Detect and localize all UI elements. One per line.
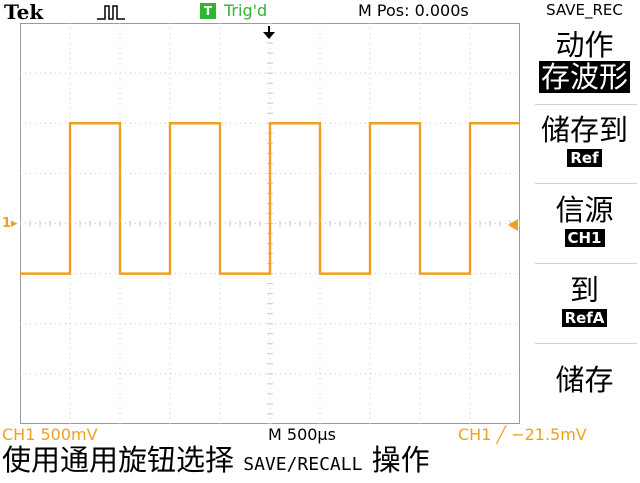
menu-item-save[interactable]: 储存 [529,364,640,396]
menu-item-value: RefA [561,309,608,327]
menu-divider [535,263,637,264]
ch1-waveform [20,122,520,275]
ch1-ground-marker: 1▸ [2,216,18,231]
help-keyword: SAVE/RECALL [243,454,363,475]
menu-item-label: 信源 [555,193,614,227]
help-suffix: 操作 [371,443,430,477]
menu-item-source[interactable]: 信源 CH1 [529,194,640,247]
brand-logo: Tek [4,0,44,24]
menu-item-to[interactable]: 到 RefA [529,274,640,327]
help-message: 使用通用旋钮选择 SAVE/RECALL 操作 [2,442,430,483]
menu-item-value: 存波形 [538,60,630,94]
menu-item-label: 动作 [555,28,614,62]
top-status-bar: Tek T Trig'd M Pos: 0.000s [0,0,520,24]
acquisition-pulse-icon [97,5,125,20]
menu-item-value: CH1 [564,229,605,247]
menu-item-value: Ref [567,149,602,167]
menu-item-label: 储存 [555,363,614,397]
trigger-position-arrow-icon [263,26,275,39]
menu-divider [535,104,637,105]
trigger-level: CH1 ╱ −21.5mV [458,425,587,444]
horizontal-position: M Pos: 0.000s [358,1,469,20]
menu-divider [535,183,637,184]
menu-item-action[interactable]: 动作 存波形 [529,29,640,93]
oscilloscope-graticule [20,23,520,424]
trigger-icon: T [200,3,216,19]
help-prefix: 使用通用旋钮选择 [2,443,235,477]
trigger-status: Trig'd [224,1,268,20]
side-menu: SAVE_REC 动作 存波形 储存到 Ref 信源 CH1 到 RefA 储存 [529,0,640,480]
menu-divider [535,343,637,344]
menu-title: SAVE_REC [546,1,623,19]
menu-item-label: 储存到 [540,113,628,147]
menu-item-label: 到 [569,273,599,307]
menu-item-save-to[interactable]: 储存到 Ref [529,114,640,167]
trigger-level-marker-icon [508,219,518,231]
